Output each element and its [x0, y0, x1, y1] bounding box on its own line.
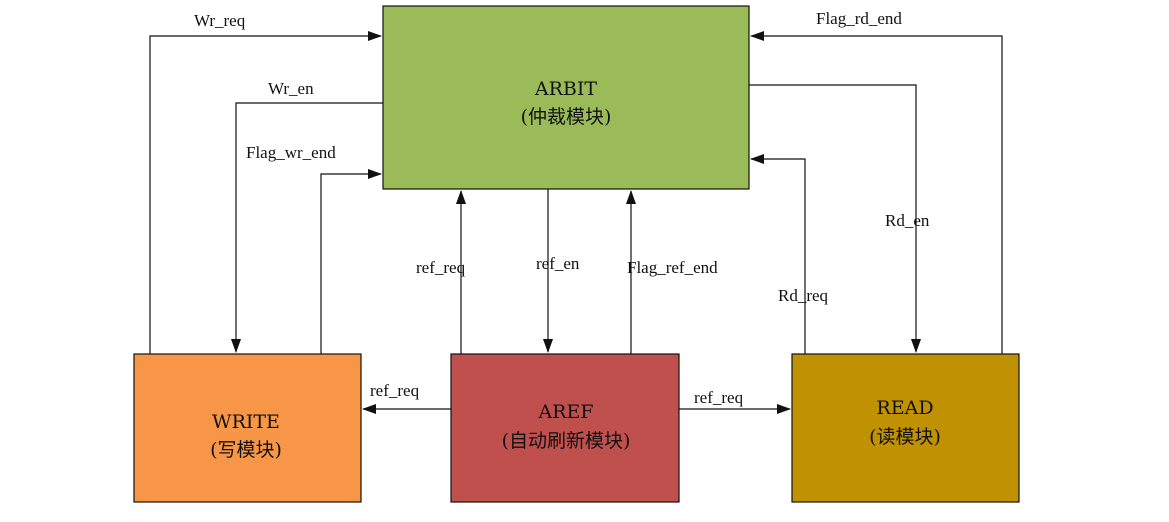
flag-wr-end-arrow — [320, 169, 382, 354]
module-diagram: ARBIT (仲裁模块) WRITE (写模块) AREF (自动刷新模块) R… — [133, 5, 1020, 503]
arbit-title: ARBIT — [534, 78, 597, 100]
wr-req-label: Wr_req — [194, 11, 246, 30]
aref-title: AREF — [537, 401, 593, 423]
arbit-subtitle: (仲裁模块) — [521, 106, 612, 128]
ref-req-up-label: ref_req — [416, 258, 466, 277]
wr-en-label: Wr_en — [268, 79, 314, 98]
ref-req-to-write-label: ref_req — [370, 381, 420, 400]
rd-req-label: Rd_req — [778, 286, 829, 305]
read-title: READ — [876, 397, 933, 419]
ref-en-label: ref_en — [536, 254, 580, 273]
rd-req-arrow — [750, 154, 806, 354]
flag-ref-end-label: Flag_ref_end — [627, 258, 718, 277]
flag-rd-end-label: Flag_rd_end — [816, 9, 902, 28]
ref-req-to-read-label: ref_req — [694, 388, 744, 407]
aref-box — [450, 353, 680, 503]
wr-en-arrow — [231, 102, 383, 353]
aref-subtitle: (自动刷新模块) — [502, 430, 631, 452]
flag-wr-end-label: Flag_wr_end — [246, 143, 336, 162]
write-title: WRITE — [212, 411, 280, 433]
write-subtitle: (写模块) — [210, 439, 282, 461]
flag-rd-end-arrow — [750, 31, 1003, 354]
wr-req-arrow — [149, 31, 382, 354]
read-subtitle: (读模块) — [869, 426, 941, 448]
rd-en-label: Rd_en — [885, 211, 930, 230]
